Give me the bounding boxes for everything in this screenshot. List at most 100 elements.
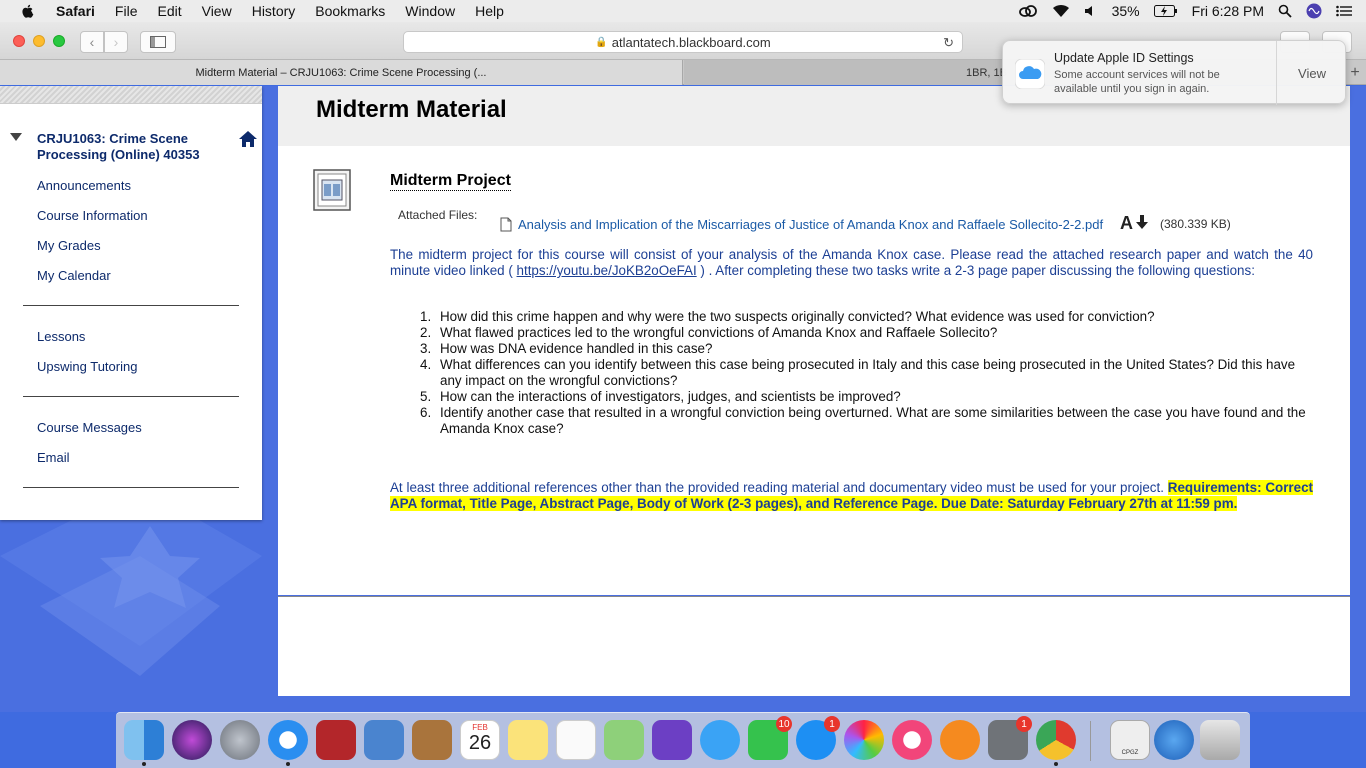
document-icon <box>500 217 512 232</box>
downloads-stack-icon[interactable] <box>1154 720 1194 760</box>
calendar-icon[interactable]: FEB 26 <box>460 720 500 760</box>
reminders-icon[interactable] <box>556 720 596 760</box>
sidebar-icon <box>150 36 166 48</box>
notification-title: Update Apple ID Settings <box>1054 51 1194 65</box>
menu-app-name[interactable]: Safari <box>56 3 95 19</box>
sidebar-toggle-button[interactable] <box>140 31 176 53</box>
address-bar[interactable]: 🔒 atlantatech.blackboard.com ↻ <box>403 31 963 53</box>
notification-center-icon[interactable] <box>1336 5 1352 17</box>
close-window-button[interactable] <box>13 35 25 47</box>
spotlight-icon[interactable] <box>1278 4 1292 18</box>
attached-file-link[interactable]: Analysis and Implication of the Miscarri… <box>518 217 1103 232</box>
menu-edit[interactable]: Edit <box>157 3 181 19</box>
nav-course-messages[interactable]: Course Messages <box>37 420 142 435</box>
contacts-icon[interactable] <box>412 720 452 760</box>
question-text: Identify another case that resulted in a… <box>440 405 1306 436</box>
course-title[interactable]: CRJU1063: Crime Scene Processing (Online… <box>37 131 217 163</box>
list-item: 6. Identify another case that resulted in… <box>420 405 1310 437</box>
running-indicator <box>1054 762 1058 766</box>
question-text: How was DNA evidence handled in this cas… <box>440 341 713 356</box>
trash-icon[interactable] <box>1200 720 1240 760</box>
question-text: How can the interactions of investigator… <box>440 389 901 404</box>
question-text: What flawed practices led to the wrongfu… <box>440 325 998 340</box>
app-store-icon[interactable]: 1 <box>796 716 840 760</box>
notification-view-button[interactable]: View <box>1277 41 1347 105</box>
nav-upswing-tutoring[interactable]: Upswing Tutoring <box>37 359 137 374</box>
url-text: atlantatech.blackboard.com <box>611 34 771 50</box>
launchpad-icon[interactable] <box>220 720 260 760</box>
new-tab-button[interactable]: + <box>1344 60 1366 85</box>
video-link[interactable]: https://youtu.be/JoKB2oOeFAI <box>517 263 697 278</box>
back-button[interactable]: ‹ <box>80 31 104 53</box>
nav-my-grades[interactable]: My Grades <box>37 238 101 253</box>
question-text: How did this crime happen and why were t… <box>440 309 1155 324</box>
menu-bookmarks[interactable]: Bookmarks <box>315 3 385 19</box>
maps-icon[interactable] <box>604 720 644 760</box>
list-item: 2. What flawed practices led to the wrong… <box>420 325 1310 341</box>
collapse-triangle-icon[interactable] <box>10 133 22 141</box>
running-indicator <box>142 762 146 766</box>
nav-announcements[interactable]: Announcements <box>37 178 131 193</box>
forward-button[interactable]: › <box>104 31 128 53</box>
question-number: 1. <box>420 309 432 324</box>
running-indicator <box>286 762 290 766</box>
imovie-icon[interactable] <box>652 720 692 760</box>
menu-file[interactable]: File <box>115 3 138 19</box>
menu-bar: Safari File Edit View History Bookmarks … <box>0 0 1366 22</box>
chrome-icon[interactable] <box>1036 720 1076 766</box>
nav-email[interactable]: Email <box>37 450 70 465</box>
battery-icon[interactable] <box>1153 5 1178 17</box>
dock-separator <box>1090 721 1091 761</box>
menu-help[interactable]: Help <box>475 3 504 19</box>
nav-divider <box>23 396 239 397</box>
siri-icon[interactable] <box>1306 3 1322 19</box>
apple-menu-icon[interactable] <box>20 3 36 19</box>
battery-percent[interactable]: 35% <box>1112 3 1140 19</box>
svg-text:A: A <box>1120 213 1133 231</box>
menu-history[interactable]: History <box>252 3 296 19</box>
questions-list: 1. How did this crime happen and why were… <box>420 309 1310 437</box>
messages-icon[interactable] <box>700 720 740 760</box>
tab-midterm-material[interactable]: Midterm Material – CRJU1063: Crime Scene… <box>0 60 683 85</box>
safari-icon[interactable] <box>268 720 308 766</box>
fullscreen-window-button[interactable] <box>53 35 65 47</box>
nav-divider <box>23 487 239 488</box>
system-preferences-icon[interactable]: 1 <box>988 716 1032 760</box>
menubar-clock[interactable]: Fri 6:28 PM <box>1192 3 1264 19</box>
notes-icon[interactable] <box>508 720 548 760</box>
siri-dock-icon[interactable] <box>172 720 212 760</box>
archive-file-icon[interactable]: CPGZ <box>1110 720 1150 760</box>
nav-course-information[interactable]: Course Information <box>37 208 148 223</box>
menu-window[interactable]: Window <box>405 3 455 19</box>
itunes-icon[interactable] <box>892 720 932 760</box>
download-icon[interactable]: A <box>1120 213 1150 231</box>
finder-icon[interactable] <box>124 720 164 766</box>
list-item: 1. How did this crime happen and why were… <box>420 309 1310 325</box>
photos-icon[interactable] <box>844 720 884 760</box>
requirements-paragraph: At least three additional references oth… <box>390 480 1313 512</box>
volume-icon[interactable] <box>1084 4 1098 18</box>
creative-cloud-icon[interactable] <box>1018 4 1038 18</box>
minimize-window-button[interactable] <box>33 35 45 47</box>
list-item: 5. How can the interactions of investigat… <box>420 389 1310 405</box>
photo-booth-icon[interactable] <box>316 720 356 760</box>
notification-banner[interactable]: Update Apple ID Settings Some account se… <box>1002 40 1347 105</box>
item-title[interactable]: Midterm Project <box>390 172 511 191</box>
ibooks-icon[interactable] <box>940 720 980 760</box>
nav-lessons[interactable]: Lessons <box>37 329 85 344</box>
facetime-icon[interactable]: 10 <box>748 716 792 760</box>
chevron-left-icon: ‹ <box>89 34 95 50</box>
tab-title: Midterm Material – CRJU1063: Crime Scene… <box>195 66 487 79</box>
assignment-icon <box>313 169 351 211</box>
wifi-icon[interactable] <box>1052 4 1070 18</box>
attached-files-label: Attached Files: <box>398 208 478 222</box>
preview-icon[interactable] <box>364 720 404 760</box>
menu-view[interactable]: View <box>202 3 232 19</box>
reload-icon[interactable]: ↻ <box>943 35 954 51</box>
home-icon[interactable] <box>238 130 258 148</box>
icloud-icon <box>1015 59 1045 89</box>
system-preferences-badge: 1 <box>1016 716 1032 732</box>
question-number: 2. <box>420 325 432 340</box>
dock: FEB 26 10 1 1 CPGZ <box>116 712 1250 768</box>
nav-my-calendar[interactable]: My Calendar <box>37 268 111 283</box>
